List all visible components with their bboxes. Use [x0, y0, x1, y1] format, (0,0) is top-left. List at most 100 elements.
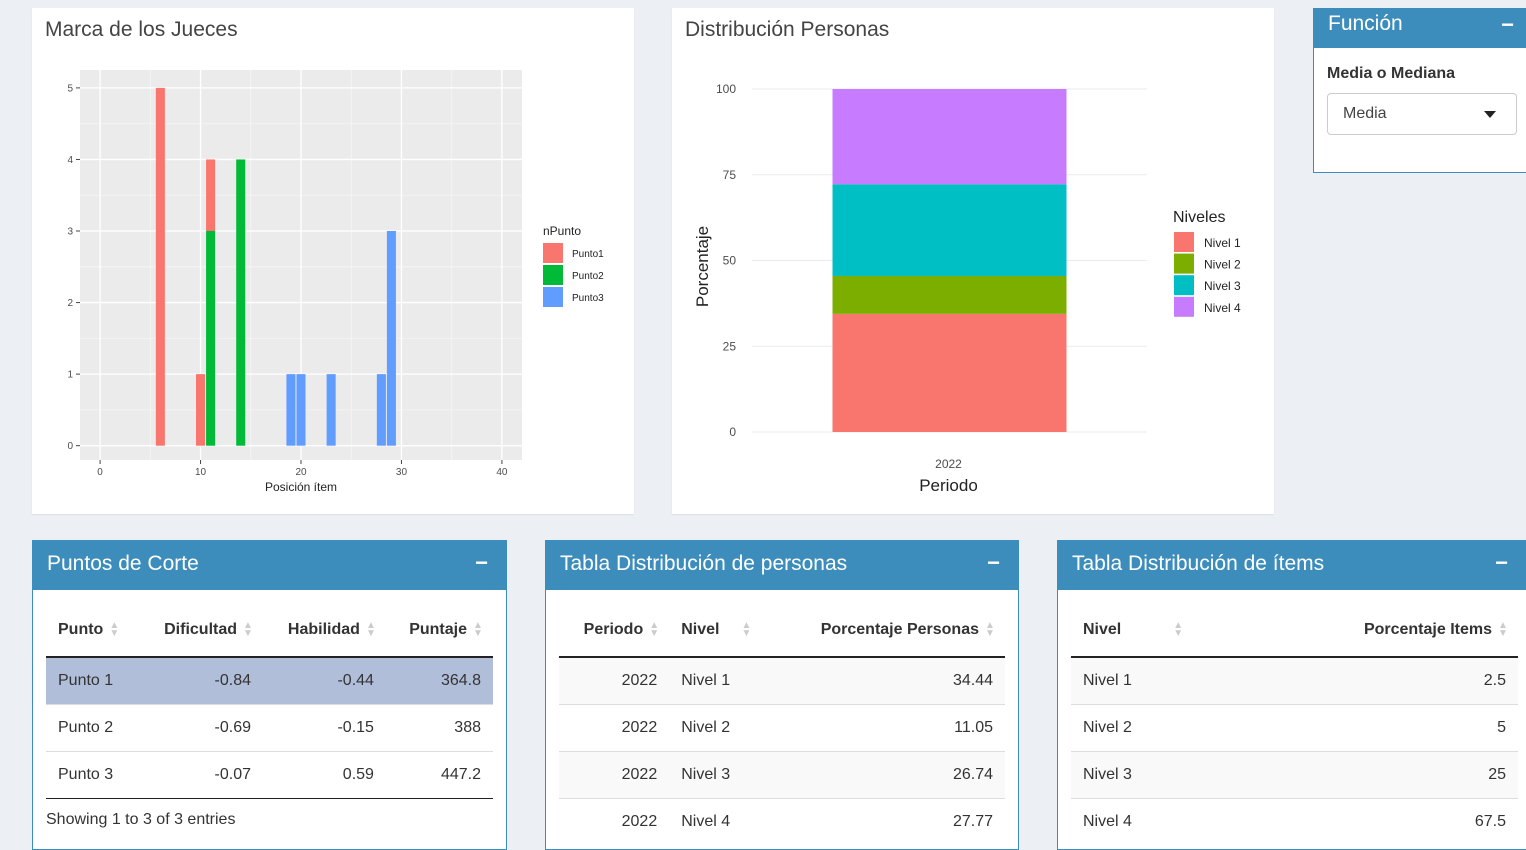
legend-swatch [1174, 253, 1194, 274]
sort-icon: ▲ ▼ [365, 619, 376, 639]
funcion-select-label: Media o Mediana [1327, 65, 1456, 82]
bar-punto2 [206, 231, 216, 446]
table-row[interactable]: Punto 1 -0.84 -0.44 364.8 [46, 656, 493, 705]
puntos-corte-collapse-button[interactable]: − [475, 550, 488, 576]
cell-periodo: 2022 [559, 656, 670, 705]
cell-porcentaje: 67.5 [1205, 798, 1518, 845]
cell-puntaje: 364.8 [385, 656, 493, 705]
funcion-header: Función − [1314, 8, 1526, 48]
sort-icon: ▲ ▼ [649, 619, 660, 639]
cell-puntaje: 388 [385, 704, 493, 752]
sort-icon: ▲ ▼ [985, 619, 995, 639]
column-header-punto[interactable]: Punto ▲ ▼ [46, 604, 140, 658]
cell-porcentaje: 25 [1205, 751, 1518, 799]
legend-label: Nivel 2 [1204, 258, 1241, 272]
y-tick-label: 50 [723, 254, 737, 268]
dist-items-collapse-button[interactable]: − [1495, 550, 1508, 576]
puntos-corte-table: Punto ▲ ▼ Dificultad ▲ ▼ Habilidad ▲ ▼ Puntaje… [46, 604, 493, 799]
cell-nivel: Nivel 3 [1071, 751, 1205, 799]
legend-swatch [1174, 275, 1194, 296]
chevron-down-icon [1484, 111, 1496, 118]
legend-label: Punto1 [572, 249, 604, 260]
column-header-periodo[interactable]: Periodo ▲ ▼ [559, 604, 670, 658]
column-header-dificultad[interactable]: Dificultad ▲ ▼ [139, 604, 264, 658]
funcion-select[interactable]: Media [1327, 93, 1517, 135]
cell-nivel: Nivel 2 [1071, 704, 1205, 752]
column-header-porcentaje-items[interactable]: Porcentaje Items ▲ ▼ [1205, 604, 1518, 658]
funcion-collapse-button[interactable]: − [1501, 12, 1514, 38]
bar-punto3 [376, 374, 386, 446]
legend-title: Niveles [1173, 209, 1225, 226]
dist-personas-box: Tabla Distribución de personas − Periodo… [545, 540, 1019, 850]
y-tick-label: 5 [67, 83, 73, 94]
cell-nivel: Nivel 3 [669, 751, 784, 799]
bar-punto3 [386, 231, 396, 446]
cell-punto: Punto 2 [46, 704, 140, 752]
table-row[interactable]: Nivel 3 25 [1071, 751, 1518, 799]
table-row[interactable]: Nivel 4 67.5 [1071, 798, 1518, 845]
legend-label: Punto3 [572, 293, 604, 304]
cell-porcentaje: 26.74 [783, 751, 1005, 799]
funcion-title: Función [1328, 12, 1403, 35]
bar-punto1 [196, 374, 206, 446]
cell-habilidad: -0.15 [263, 704, 386, 752]
legend-swatch [543, 287, 563, 307]
bar-punto3 [296, 374, 306, 446]
bar-segment-nivel-2 [832, 275, 1067, 314]
y-tick-label: 25 [723, 339, 737, 353]
cell-puntaje: 447.2 [385, 751, 493, 799]
legend-label: Nivel 1 [1204, 236, 1241, 250]
dist-items-table: Nivel ▲ ▼ Porcentaje Items ▲ ▼ Nivel 1 2.5 N… [1071, 604, 1518, 845]
cell-nivel: Nivel 1 [1071, 656, 1205, 705]
cell-dificultad: -0.07 [139, 751, 264, 799]
cell-periodo: 2022 [559, 798, 670, 845]
table-row[interactable]: 2022 Nivel 3 26.74 [559, 751, 1005, 799]
column-header-porcentaje-personas[interactable]: Porcentaje Personas ▲ ▼ [783, 604, 1005, 658]
dist-personas-table: Periodo ▲ ▼ Nivel ▲ ▼ Porcentaje Personas ▲ ▼ … [559, 604, 1005, 845]
x-axis-label: Periodo [919, 476, 978, 495]
y-tick-label: 0 [67, 441, 73, 452]
bar-punto1 [155, 87, 165, 446]
cell-nivel: Nivel 4 [669, 798, 784, 845]
judges-bar-chart: 0 10 20 30 40 0 1 2 3 4 5 Posición ítem nPunto Punto1… [67, 70, 604, 494]
people-chart-card: Distribución Personas 0 25 50 75 100 2022 Peri… [672, 8, 1274, 514]
cell-habilidad: -0.44 [263, 656, 386, 705]
legend-swatch [1174, 232, 1194, 252]
table-row[interactable]: Punto 2 -0.69 -0.15 388 [46, 704, 493, 752]
dist-items-header: Tabla Distribución de ítems − [1058, 540, 1526, 590]
column-header-nivel[interactable]: Nivel ▲ ▼ [1071, 604, 1205, 658]
dist-items-title: Tabla Distribución de ítems [1072, 552, 1325, 575]
y-tick-label: 100 [716, 82, 736, 96]
sort-icon: ▲ ▼ [1498, 619, 1508, 639]
x-tick-label: 10 [195, 467, 207, 478]
table-row[interactable]: Punto 3 -0.07 0.59 447.2 [46, 751, 493, 799]
table-row[interactable]: Nivel 1 2.5 [1071, 656, 1518, 705]
y-tick-label: 75 [723, 168, 737, 182]
bar-punto3 [286, 374, 296, 446]
table-row[interactable]: Nivel 2 5 [1071, 704, 1518, 752]
sort-icon: ▲ ▼ [741, 619, 752, 639]
column-header-habilidad[interactable]: Habilidad ▲ ▼ [263, 604, 386, 658]
bar-segment-nivel-3 [832, 184, 1067, 276]
funcion-box: Función − Media o Mediana Media [1313, 8, 1526, 173]
table-row[interactable]: 2022 Nivel 2 11.05 [559, 704, 1005, 752]
column-header-nivel[interactable]: Nivel ▲ ▼ [669, 604, 784, 658]
cell-porcentaje: 27.77 [783, 798, 1005, 845]
bar-punto2 [236, 159, 246, 446]
legend-swatch [1174, 296, 1194, 317]
cell-periodo: 2022 [559, 751, 670, 799]
table-row[interactable]: 2022 Nivel 1 34.44 [559, 656, 1005, 705]
cell-habilidad: 0.59 [263, 751, 386, 799]
sort-icon: ▲ ▼ [243, 619, 253, 639]
puntos-corte-box: Puntos de Corte − Punto ▲ ▼ Dificultad ▲ ▼ H… [32, 540, 507, 850]
legend-swatch [543, 243, 563, 263]
cell-porcentaje: 5 [1205, 704, 1518, 752]
sort-icon: ▲ ▼ [473, 619, 483, 639]
judges-chart-card: Marca de los Jueces 0 10 20 30 40 0 1 2 3 4 5 Posic… [32, 8, 634, 514]
dist-personas-collapse-button[interactable]: − [987, 550, 1000, 576]
sort-icon: ▲ ▼ [109, 619, 120, 639]
column-header-puntaje[interactable]: Puntaje ▲ ▼ [385, 604, 493, 658]
cell-porcentaje: 11.05 [783, 704, 1005, 752]
bar-segment-nivel-4 [832, 89, 1067, 185]
table-row[interactable]: 2022 Nivel 4 27.77 [559, 798, 1005, 845]
